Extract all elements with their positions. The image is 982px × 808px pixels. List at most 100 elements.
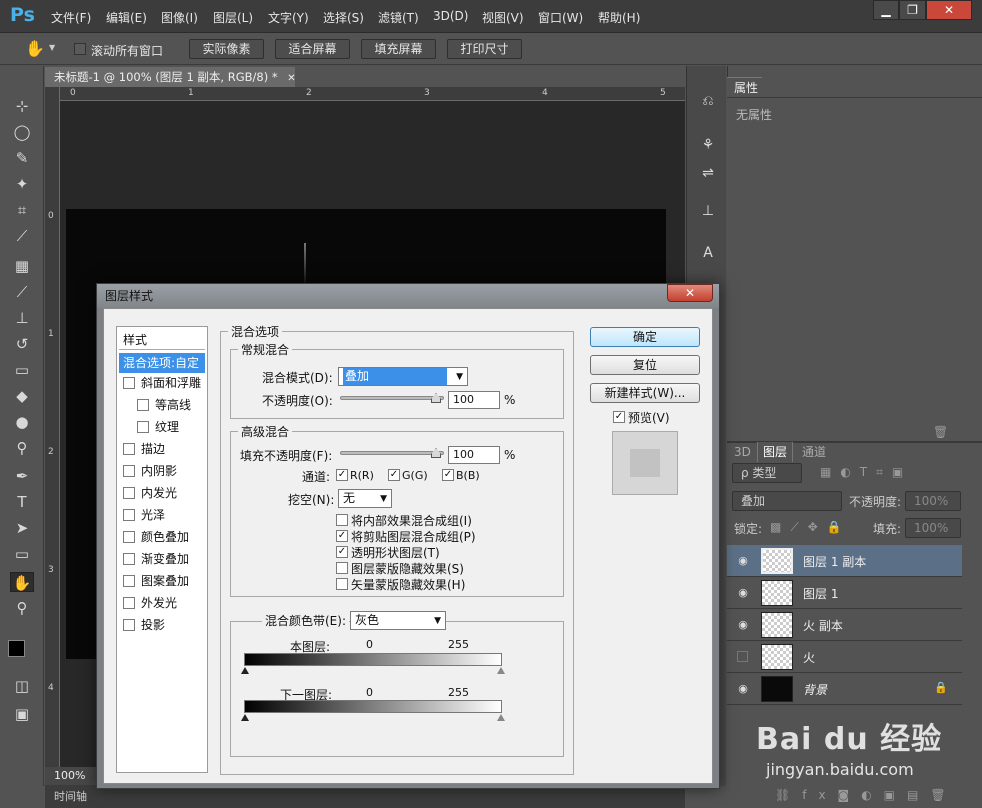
- style-outer-glow[interactable]: 外发光: [137, 593, 207, 613]
- tab-3d[interactable]: 3D: [729, 442, 756, 462]
- style-checkbox[interactable]: [123, 531, 135, 543]
- trash-icon[interactable]: 🗑: [933, 425, 948, 439]
- screen-mode-icon[interactable]: ▣: [10, 704, 34, 724]
- menu-layer[interactable]: 图层(L): [213, 9, 253, 26]
- style-checkbox[interactable]: [123, 619, 135, 631]
- layer-name[interactable]: 背景: [803, 681, 827, 698]
- style-color-overlay[interactable]: 颜色叠加: [137, 527, 207, 547]
- history-panel-icon[interactable]: ⎌: [697, 90, 719, 112]
- zoom-level[interactable]: 100%: [54, 769, 85, 782]
- style-checkbox[interactable]: [123, 377, 135, 389]
- paint-bucket-tool-icon[interactable]: ◆: [10, 386, 34, 406]
- style-drop-shadow[interactable]: 投影: [137, 615, 207, 635]
- eyedropper-tool-icon[interactable]: ⟋: [10, 226, 34, 246]
- eye-icon[interactable]: ◉: [736, 682, 750, 696]
- channel-g-checkbox[interactable]: ✓: [388, 469, 400, 481]
- style-stroke[interactable]: 描边: [137, 439, 207, 459]
- close-window-button[interactable]: ✕: [926, 0, 972, 20]
- dialog-close-button[interactable]: ✕: [667, 284, 713, 302]
- style-bevel-emboss[interactable]: 斜面和浮雕: [137, 373, 223, 393]
- layer-mask-hides-checkbox[interactable]: [336, 562, 348, 574]
- menu-type[interactable]: 文字(Y): [268, 9, 309, 26]
- channel-b-checkbox[interactable]: ✓: [442, 469, 454, 481]
- opacity-input[interactable]: 100%: [905, 491, 961, 511]
- layer-name[interactable]: 火: [803, 649, 815, 666]
- fill-opacity-slider-track[interactable]: [340, 451, 444, 455]
- lock-icons[interactable]: ▩⟋✥🔒: [770, 520, 851, 535]
- fill-input[interactable]: 100%: [905, 518, 961, 538]
- hand-tool-icon-active[interactable]: ✋: [10, 572, 34, 592]
- layer-name[interactable]: 火 副本: [803, 617, 843, 634]
- style-checkbox[interactable]: [123, 597, 135, 609]
- layer-row[interactable]: 火: [727, 641, 962, 673]
- layer-thumbnail[interactable]: [761, 612, 793, 638]
- style-checkbox[interactable]: [123, 553, 135, 565]
- dodge-tool-icon[interactable]: ⚲: [10, 438, 34, 458]
- opacity-slider-track[interactable]: [340, 396, 444, 400]
- layer-name[interactable]: 图层 1 副本: [803, 553, 866, 570]
- tool-preset-chevron-icon[interactable]: ▼: [49, 43, 55, 52]
- layer-row[interactable]: ◉ 背景 🔒: [727, 673, 962, 705]
- fit-screen-button[interactable]: 适合屏幕: [275, 39, 350, 59]
- properties-tab[interactable]: 属性: [727, 77, 762, 97]
- tab-layers[interactable]: 图层: [757, 442, 794, 462]
- blend-if-dropdown[interactable]: 灰色 ▼: [350, 611, 446, 630]
- crop-tool-icon[interactable]: ⌗: [10, 200, 34, 220]
- menu-window[interactable]: 窗口(W): [538, 9, 583, 26]
- layer-row[interactable]: ◉ 图层 1 副本: [727, 545, 962, 577]
- style-blending-options[interactable]: 混合选项:自定: [119, 353, 205, 373]
- underlying-white-slider[interactable]: [497, 714, 505, 721]
- layers-footer-icons[interactable]: ⛓fx◙◐▣▤🗑: [775, 788, 958, 802]
- blend-mode-dropdown[interactable]: 叠加 ▼: [338, 367, 468, 386]
- style-checkbox[interactable]: [123, 509, 135, 521]
- style-checkbox[interactable]: [123, 443, 135, 455]
- layer-filter-icons[interactable]: ▦◐T⌗▣: [820, 465, 912, 480]
- hand-tool-icon[interactable]: ✋: [25, 39, 45, 58]
- path-selection-tool-icon[interactable]: ➤: [10, 518, 34, 538]
- blend-mode-select[interactable]: 叠加: [732, 491, 842, 511]
- reset-button[interactable]: 复位: [590, 355, 700, 375]
- style-gradient-overlay[interactable]: 渐变叠加: [137, 549, 207, 569]
- layer-thumbnail[interactable]: [761, 580, 793, 606]
- ok-button[interactable]: 确定: [590, 327, 700, 347]
- scroll-all-checkbox[interactable]: [74, 43, 86, 55]
- layer-row[interactable]: ◉ 火 副本: [727, 609, 962, 641]
- blend-clipped-checkbox[interactable]: ✓: [336, 530, 348, 542]
- eraser-tool-icon[interactable]: ▭: [10, 360, 34, 380]
- brush-presets-panel-icon[interactable]: ⚘: [697, 134, 719, 156]
- history-brush-tool-icon[interactable]: ↺: [10, 334, 34, 354]
- new-style-button[interactable]: 新建样式(W)...: [590, 383, 700, 403]
- menu-select[interactable]: 选择(S): [323, 9, 364, 26]
- restore-button[interactable]: ❐: [899, 0, 926, 20]
- hidden-visibility-box[interactable]: [737, 651, 748, 662]
- menu-edit[interactable]: 编辑(E): [106, 9, 147, 26]
- transparency-shapes-checkbox[interactable]: ✓: [336, 546, 348, 558]
- opacity-input[interactable]: 100: [448, 391, 500, 409]
- eye-icon[interactable]: ◉: [736, 554, 750, 568]
- layer-thumbnail[interactable]: [761, 676, 793, 702]
- eye-icon[interactable]: ◉: [736, 618, 750, 632]
- layer-thumbnail[interactable]: [761, 548, 793, 574]
- clone-stamp-tool-icon[interactable]: ⊥: [10, 308, 34, 328]
- menu-image[interactable]: 图像(I): [161, 9, 198, 26]
- style-checkbox[interactable]: [123, 575, 135, 587]
- character-panel-icon[interactable]: A: [697, 242, 719, 264]
- style-contour[interactable]: 等高线: [151, 395, 207, 415]
- blend-interior-checkbox[interactable]: [336, 514, 348, 526]
- print-size-button[interactable]: 打印尺寸: [447, 39, 522, 59]
- quick-mask-icon[interactable]: ◫: [10, 676, 34, 696]
- this-layer-black-slider[interactable]: [241, 667, 249, 674]
- underlying-black-slider[interactable]: [241, 714, 249, 721]
- style-checkbox[interactable]: [123, 465, 135, 477]
- zoom-tool-icon[interactable]: ⚲: [10, 598, 34, 618]
- lasso-tool-icon[interactable]: ✎: [10, 148, 34, 168]
- style-checkbox[interactable]: [123, 487, 135, 499]
- tab-channels[interactable]: 通道: [797, 442, 831, 462]
- layer-name[interactable]: 图层 1: [803, 585, 838, 602]
- style-inner-shadow[interactable]: 内阴影: [137, 461, 207, 481]
- menu-filter[interactable]: 滤镜(T): [378, 9, 419, 26]
- style-inner-glow[interactable]: 内发光: [137, 483, 207, 503]
- menu-view[interactable]: 视图(V): [482, 9, 524, 26]
- style-satin[interactable]: 光泽: [137, 505, 207, 525]
- style-checkbox[interactable]: [137, 421, 149, 433]
